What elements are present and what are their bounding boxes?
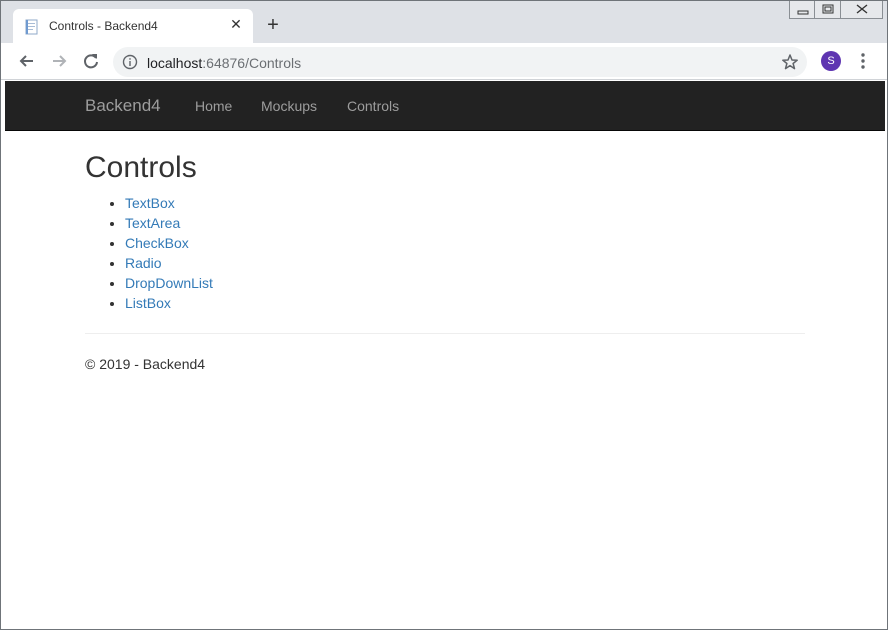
- new-tab-icon[interactable]: +: [263, 15, 283, 35]
- url-text[interactable]: localhost:64876/Controls: [147, 55, 301, 71]
- link-radio[interactable]: Radio: [125, 255, 162, 271]
- link-listbox[interactable]: ListBox: [125, 295, 171, 311]
- footer-text: © 2019 - Backend4: [85, 356, 206, 372]
- list-item: TextBox: [125, 193, 805, 213]
- forward-arrow-icon[interactable]: [49, 51, 69, 71]
- controls-list: TextBox TextArea CheckBox Radio DropDown…: [85, 193, 805, 313]
- brand-link[interactable]: Backend4: [85, 96, 161, 116]
- list-item: TextArea: [125, 213, 805, 233]
- nav-link-home[interactable]: Home: [195, 98, 232, 114]
- link-checkbox[interactable]: CheckBox: [125, 235, 189, 251]
- window-controls: [789, 1, 883, 19]
- restore-icon[interactable]: [815, 1, 841, 19]
- page-viewport: Backend4 Home Mockups Controls Controls …: [5, 81, 885, 627]
- browser-tab[interactable]: Controls - Backend4 ✕: [13, 9, 253, 43]
- list-item: ListBox: [125, 293, 805, 313]
- reload-icon[interactable]: [81, 51, 101, 71]
- close-icon[interactable]: ✕: [229, 17, 243, 31]
- list-item: CheckBox: [125, 233, 805, 253]
- minimize-icon[interactable]: [789, 1, 815, 19]
- body-content: Controls TextBox TextArea CheckBox Radio…: [85, 131, 805, 374]
- list-item: Radio: [125, 253, 805, 273]
- url-host: localhost: [147, 55, 203, 71]
- link-dropdownlist[interactable]: DropDownList: [125, 275, 213, 291]
- star-icon[interactable]: [781, 53, 799, 71]
- window-close-icon[interactable]: [841, 1, 883, 19]
- tab-strip: Controls - Backend4 ✕ +: [1, 1, 887, 43]
- page-title: Controls: [85, 151, 197, 184]
- info-icon[interactable]: [122, 54, 138, 70]
- more-menu-icon[interactable]: [857, 51, 869, 71]
- url-path: :64876/Controls: [202, 55, 302, 71]
- page-icon: [25, 19, 38, 35]
- divider: [85, 333, 805, 334]
- link-textarea[interactable]: TextArea: [125, 215, 180, 231]
- address-bar[interactable]: localhost:64876/Controls: [113, 47, 807, 77]
- back-arrow-icon[interactable]: [17, 51, 37, 71]
- list-item: DropDownList: [125, 273, 805, 293]
- browser-window: Controls - Backend4 ✕ + localhost:64876/…: [0, 0, 888, 630]
- site-navbar: Backend4 Home Mockups Controls: [5, 81, 885, 131]
- profile-avatar[interactable]: S: [821, 51, 841, 71]
- browser-toolbar: localhost:64876/Controls S: [1, 43, 887, 80]
- nav-link-mockups[interactable]: Mockups: [261, 98, 317, 114]
- nav-link-controls[interactable]: Controls: [347, 98, 399, 114]
- link-textbox[interactable]: TextBox: [125, 195, 175, 211]
- tab-title: Controls - Backend4: [49, 19, 158, 33]
